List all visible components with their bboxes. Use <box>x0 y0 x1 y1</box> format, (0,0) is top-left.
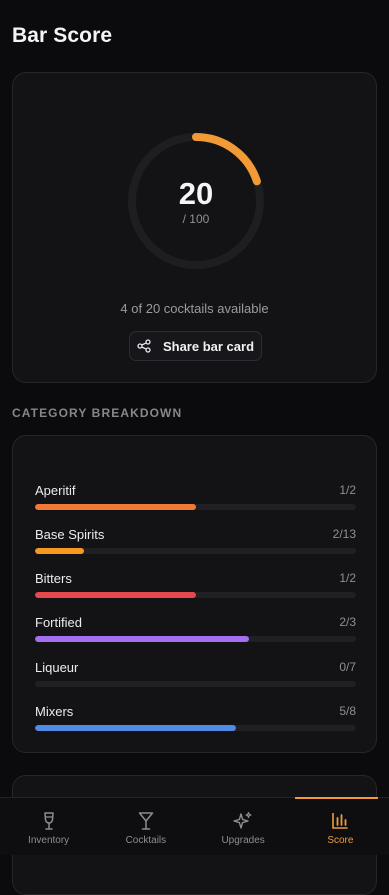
share-icon <box>137 339 151 353</box>
category-progress-track <box>35 725 356 731</box>
score-card: 20 / 100 4 of 20 cocktails available Sha… <box>12 72 377 383</box>
category-breakdown-heading: CATEGORY BREAKDOWN <box>12 406 183 420</box>
category-row-bitters: Bitters 1/2 <box>35 571 356 601</box>
category-name: Aperitif <box>35 483 76 498</box>
category-count: 5/8 <box>339 704 356 718</box>
tab-label: Inventory <box>28 835 70 846</box>
score-max: / 100 <box>182 212 210 226</box>
category-count: 2/13 <box>332 527 356 541</box>
category-progress-fill <box>35 504 196 510</box>
category-row-fortified: Fortified 2/3 <box>35 615 356 645</box>
tab-inventory[interactable]: Inventory <box>0 798 97 855</box>
score-value: 20 <box>178 176 214 211</box>
page-title: Bar Score <box>12 24 113 47</box>
category-row-base-spirits: Base Spirits 2/13 <box>35 527 356 557</box>
tab-label: Score <box>327 835 354 846</box>
category-progress-track <box>35 548 356 554</box>
category-name: Mixers <box>35 704 74 719</box>
category-progress-fill <box>35 636 250 642</box>
wine-glass-icon <box>43 812 54 830</box>
bottom-tab-bar: Inventory Cocktails Upgrades Score <box>0 797 389 855</box>
tab-label: Upgrades <box>221 835 265 846</box>
category-name: Bitters <box>35 571 72 586</box>
category-progress-fill <box>35 592 196 598</box>
bar-chart-icon <box>332 813 349 829</box>
cocktail-glass-icon <box>138 812 154 830</box>
category-row-aperitif: Aperitif 1/2 <box>35 483 356 513</box>
category-name: Fortified <box>35 615 82 630</box>
category-progress-track <box>35 504 356 510</box>
category-progress-track <box>35 681 356 687</box>
category-progress-track <box>35 636 356 642</box>
category-name: Base Spirits <box>35 527 105 542</box>
category-progress-fill <box>35 725 236 731</box>
tab-upgrades[interactable]: Upgrades <box>195 798 292 855</box>
category-row-liqueur: Liqueur 0/7 <box>35 660 356 690</box>
category-count: 0/7 <box>339 660 356 674</box>
tab-cocktails[interactable]: Cocktails <box>97 798 194 855</box>
category-progress-fill <box>35 548 85 554</box>
share-bar-card-button[interactable]: Share bar card <box>129 331 262 361</box>
tab-score[interactable]: Score <box>292 797 389 855</box>
share-button-label: Share bar card <box>162 338 255 354</box>
category-count: 2/3 <box>339 615 356 629</box>
category-progress-track <box>35 592 356 598</box>
sparkles-icon <box>233 811 252 829</box>
tab-label: Cocktails <box>125 835 167 846</box>
category-breakdown-card: Aperitif 1/2 Base Spirits 2/13 Bitters 1… <box>12 435 377 753</box>
category-count: 1/2 <box>339 571 356 585</box>
category-row-mixers: Mixers 5/8 <box>35 704 356 734</box>
category-name: Liqueur <box>35 660 79 675</box>
category-count: 1/2 <box>339 483 356 497</box>
availability-text: 4 of 20 cocktails available <box>120 301 269 316</box>
